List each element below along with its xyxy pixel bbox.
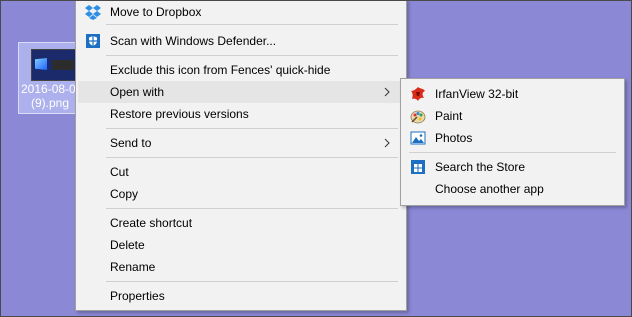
menu-item-label: Copy [110,187,139,201]
submenu-item-paint[interactable]: Paint [403,105,622,127]
menu-item-exclude-from-fences[interactable]: Exclude this icon from Fences' quick-hid… [78,59,404,81]
menu-item-label: Properties [110,289,165,303]
chevron-right-icon [384,87,390,97]
dropbox-icon [85,5,101,20]
menu-item-label: Send to [110,136,152,150]
menu-item-open-with[interactable]: Open with [78,81,404,103]
menu-item-properties[interactable]: Properties [78,285,404,307]
menu-item-label: Move to Dropbox [110,5,202,19]
windows-defender-icon [86,34,100,48]
menu-item-label: Delete [110,238,145,252]
menu-item-label: IrfanView 32-bit [435,87,519,101]
store-icon [411,160,425,174]
menu-item-copy[interactable]: Copy [78,183,404,205]
menu-item-rename[interactable]: Rename [78,256,404,278]
image-thumbnail-icon [31,49,79,81]
photos-icon [410,131,426,145]
chevron-right-icon [384,138,390,148]
menu-item-label: Exclude this icon from Fences' quick-hid… [110,63,331,77]
menu-separator [106,281,398,282]
menu-separator [106,157,398,158]
menu-item-create-shortcut[interactable]: Create shortcut [78,212,404,234]
open-with-submenu: IrfanView 32-bit Paint Photos Search the… [400,78,625,206]
menu-item-label: Create shortcut [110,216,193,230]
menu-item-delete[interactable]: Delete [78,234,404,256]
menu-item-label: Rename [110,260,156,274]
submenu-item-choose-another-app[interactable]: Choose another app [403,178,622,200]
menu-item-label: Open with [110,85,165,99]
menu-item-label: Search the Store [435,160,526,174]
desktop-file-icon[interactable]: 2016-08-0 (9).png [18,42,80,114]
menu-separator [409,152,616,153]
menu-item-label: Scan with Windows Defender... [110,34,277,48]
menu-item-label: Paint [435,109,463,123]
menu-item-cut[interactable]: Cut [78,161,404,183]
menu-item-move-to-dropbox[interactable]: Move to Dropbox [78,1,404,23]
paint-icon [410,110,426,124]
menu-item-label: Cut [110,165,129,179]
context-menu: Move to Dropbox Scan with Windows Defend… [75,0,407,311]
submenu-item-photos[interactable]: Photos [403,127,622,149]
menu-separator [106,24,398,25]
menu-separator [106,128,398,129]
menu-separator [106,208,398,209]
submenu-item-search-store[interactable]: Search the Store [403,156,622,178]
menu-separator [106,55,398,56]
menu-item-label: Restore previous versions [110,107,249,121]
menu-item-send-to[interactable]: Send to [78,132,404,154]
menu-item-scan-windows-defender[interactable]: Scan with Windows Defender... [78,30,404,52]
irfanview-icon [411,87,425,101]
menu-item-restore-previous-versions[interactable]: Restore previous versions [78,103,404,125]
file-name-label: 2016-08-0 (9).png [21,82,76,110]
menu-item-label: Photos [435,131,473,145]
menu-item-label: Choose another app [435,182,544,196]
submenu-item-irfanview[interactable]: IrfanView 32-bit [403,83,622,105]
